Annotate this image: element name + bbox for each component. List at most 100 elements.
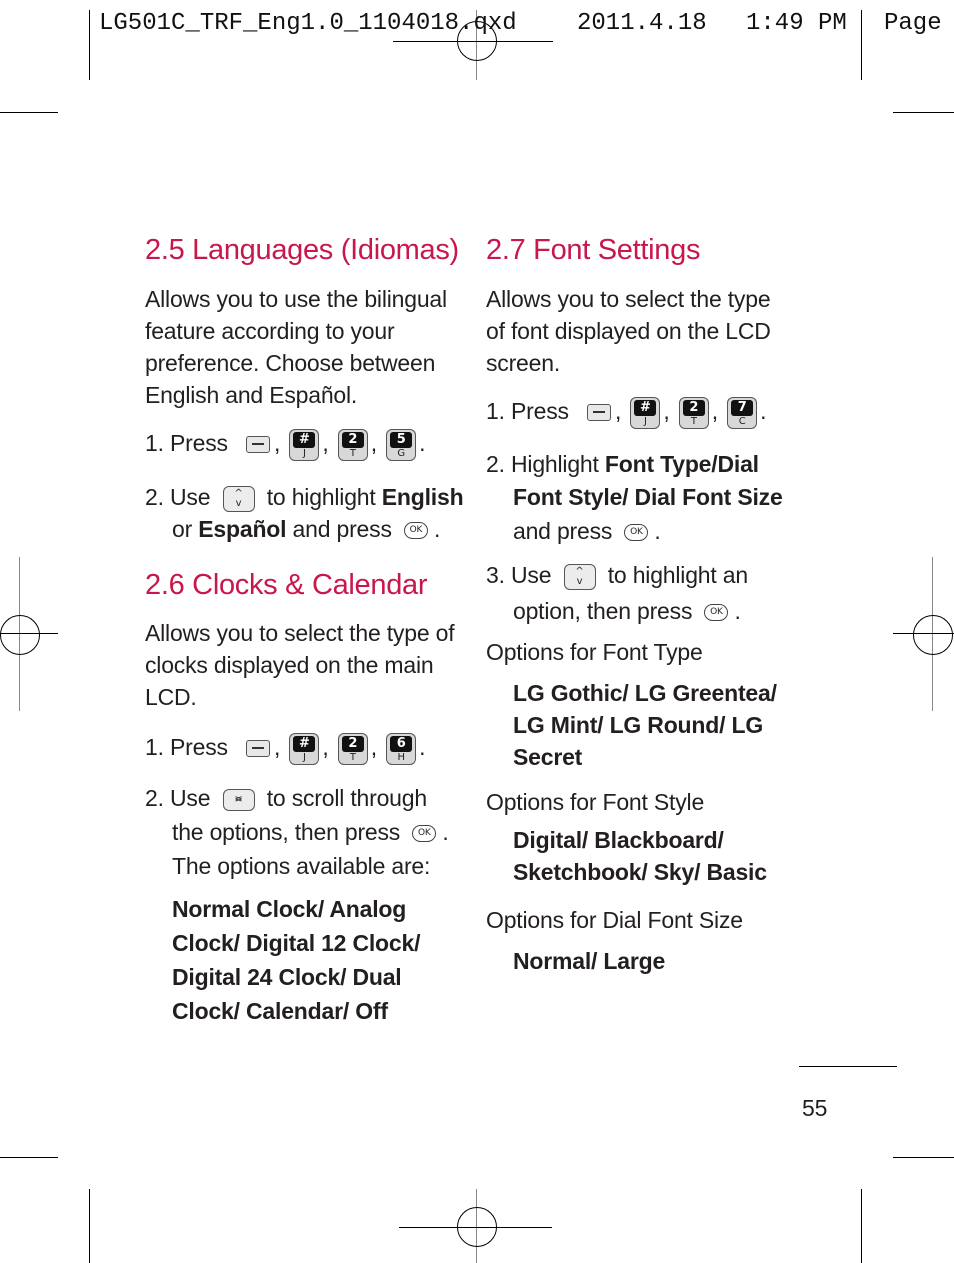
text-line: Allows you to select the type of <box>145 620 455 646</box>
left-soft-key-icon <box>587 404 611 422</box>
step-text: Press <box>511 398 569 424</box>
key-2-icon: 2T <box>337 732 368 765</box>
step-number: 1. <box>145 430 164 456</box>
option-line: LG Mint/ LG Round/ LG <box>513 712 764 738</box>
text-line: preference. Choose between <box>145 350 436 376</box>
step-text: or <box>172 516 193 542</box>
font-step-2: 2. Highlight Font Type/Dial <box>486 448 759 480</box>
menu-path: Font Type/Dial <box>604 451 759 477</box>
step-text: and press <box>292 516 392 542</box>
languages-step-1: 1. Press , # J, 2T, 5G. <box>145 428 426 461</box>
crop-mark <box>89 1189 90 1263</box>
ok-key-icon: OK <box>624 524 649 542</box>
text-line: clocks displayed on the main <box>145 652 434 678</box>
clocks-description: Allows you to select the type of clocks … <box>145 617 455 713</box>
crop-mark <box>893 112 954 113</box>
step-number: 2. <box>145 484 164 510</box>
ok-key-icon: OK <box>403 522 428 540</box>
clocks-step-2: 2. Use < > to scroll through <box>145 782 427 814</box>
clocks-step-2-cont2: The options available are: <box>172 853 431 879</box>
step-text: Use <box>170 785 211 811</box>
crop-mark <box>0 1157 58 1158</box>
key-hash-icon: # J <box>289 732 320 765</box>
option-line: Sketchbook/ Sky/ Basic <box>513 859 767 885</box>
font-step-3: 3. Use ^ v to highlight an <box>486 559 748 591</box>
text-line: Allows you to use the bilingual <box>145 286 447 312</box>
section-title-clocks: 2.6 Clocks & Calendar <box>145 569 428 601</box>
step-text: option, then press <box>513 598 693 624</box>
step-text: to scroll through <box>266 785 427 811</box>
left-soft-key-icon <box>246 436 270 454</box>
font-step-2-cont2: and press OK. <box>513 518 661 544</box>
font-size-label: Options for Dial Font Size <box>486 907 743 933</box>
step-text: Use <box>511 562 552 588</box>
key-7-icon: 7C <box>727 396 758 429</box>
key-hash-icon: # J <box>630 396 661 429</box>
font-style-options: Digital/ Blackboard/ Sketchbook/ Sky/ Ba… <box>513 824 767 888</box>
ok-key-icon: OK <box>704 604 729 622</box>
font-step-3-cont: option, then press OK. <box>513 598 741 624</box>
option-line: Clock/ Calendar/ Off <box>172 998 388 1024</box>
key-2-icon: 2T <box>337 428 368 461</box>
step-number: 1. <box>145 734 164 760</box>
step-text: the options, then press <box>172 819 401 845</box>
font-step-1: 1. Press , # J, 2T, 7C. <box>486 396 767 429</box>
registration-mark <box>0 615 40 655</box>
page-number: 55 <box>802 1095 828 1121</box>
key-2-icon: 2T <box>678 396 709 429</box>
crop-mark <box>89 10 90 80</box>
up-down-nav-key-icon: ^ v <box>222 485 255 512</box>
key-5-icon: 5G <box>386 428 417 461</box>
clock-options: Normal Clock/ Analog Clock/ Digital 12 C… <box>172 892 420 1028</box>
step-number: 1. <box>486 398 505 424</box>
text-line: LCD. <box>145 684 197 710</box>
text-line: of font displayed on the LCD <box>486 318 771 344</box>
text-line: Allows you to select the type <box>486 286 771 312</box>
page-number-rule <box>799 1066 897 1067</box>
text-line: English and Español. <box>145 382 358 408</box>
languages-step-2-cont: or Español and press OK. <box>172 516 441 542</box>
font-type-label: Options for Font Type <box>486 639 703 665</box>
clocks-step-2-cont: the options, then press OK. <box>172 819 449 845</box>
crop-mark <box>0 112 58 113</box>
slug-filename: LG501C_TRF_Eng1.0_1104018.qxd <box>99 10 517 37</box>
text-line: feature according to your <box>145 318 395 344</box>
font-type-options: LG Gothic/ LG Greentea/ LG Mint/ LG Roun… <box>513 677 777 773</box>
step-text: Highlight <box>511 451 599 477</box>
option-line: Normal Clock/ Analog <box>172 896 407 922</box>
section-title-font-settings: 2.7 Font Settings <box>486 234 701 266</box>
slug-underline <box>393 41 553 42</box>
key-6-icon: 6H <box>386 732 417 765</box>
crop-mark <box>861 1189 862 1263</box>
slug-time: 1:49 PM <box>746 10 847 37</box>
registration-mark <box>457 1207 497 1247</box>
step-number: 2. <box>145 785 164 811</box>
up-down-nav-key-icon: ^ v <box>563 563 596 590</box>
option-line: Clock/ Digital 12 Clock/ <box>172 930 421 956</box>
option-line: Normal/ Large <box>513 948 666 974</box>
left-right-nav-key-icon: < > <box>222 788 255 811</box>
option-english: English <box>381 484 464 510</box>
step-number: 2. <box>486 451 505 477</box>
option-line: Digital/ Blackboard/ <box>513 827 724 853</box>
registration-mark <box>913 615 953 655</box>
step-number: 3. <box>486 562 505 588</box>
clocks-step-1: 1. Press , # J, 2T, 6H. <box>145 732 426 765</box>
ok-key-icon: OK <box>412 825 437 843</box>
option-line: LG Gothic/ LG Greentea/ <box>513 680 777 706</box>
font-style-label: Options for Font Style <box>486 789 705 815</box>
crop-mark <box>893 1157 954 1158</box>
step-text: Press <box>170 734 228 760</box>
option-line: Secret <box>513 744 583 770</box>
step-text: Press <box>170 430 228 456</box>
languages-description: Allows you to use the bilingual feature … <box>145 283 447 411</box>
crop-mark <box>861 10 862 80</box>
slug-page-label: Page <box>884 10 942 37</box>
option-espanol: Español <box>198 516 287 542</box>
key-hash-icon: # J <box>289 428 320 461</box>
step-text: to highlight <box>266 484 376 510</box>
font-step-2-cont: Font Style/ Dial Font Size <box>513 484 783 510</box>
step-text: to highlight an <box>607 562 748 588</box>
slug-date: 2011.4.18 <box>577 10 707 37</box>
font-settings-description: Allows you to select the type of font di… <box>486 283 771 379</box>
